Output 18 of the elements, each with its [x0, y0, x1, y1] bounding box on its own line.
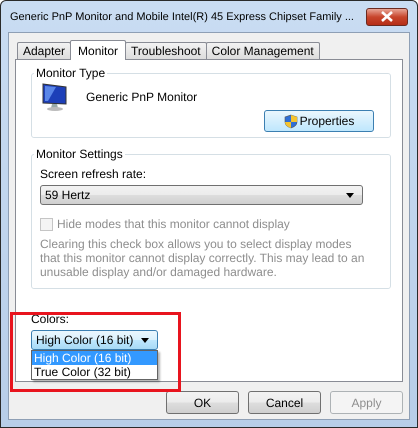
colors-dropdown[interactable]: High Color (16 bit)	[31, 330, 158, 350]
monitor-name: Generic PnP Monitor	[86, 90, 198, 104]
tab[interactable]: Color Management	[206, 42, 320, 59]
tab[interactable]: Monitor	[70, 40, 126, 60]
dropdown-option[interactable]: True Color (32 bit)	[32, 365, 157, 379]
properties-button[interactable]: Properties	[264, 110, 374, 132]
warning-text: Clearing this check box allows you to select display modes that this monitor cannot display correctly. This may lead to an unusable display and/or damaged hardware.	[40, 237, 366, 279]
group-heading: Monitor Type	[35, 66, 106, 80]
tab[interactable]: Troubleshoot	[125, 42, 207, 59]
refresh-rate-dropdown[interactable]: 59 Hertz	[40, 185, 363, 205]
dialog-button[interactable]: Cancel	[248, 391, 321, 414]
checkbox-label: Hide modes that this monitor cannot display	[57, 217, 290, 231]
group-heading: Monitor Settings	[35, 147, 124, 161]
field-label: Screen refresh rate:	[40, 167, 148, 181]
tab[interactable]: Adapter	[17, 42, 72, 59]
field-label: Colors:	[31, 312, 70, 326]
window-title: Generic PnP Monitor and Mobile Intel(R) 45 Express Chipset Family ...	[9, 10, 354, 22]
dialog-button[interactable]: OK	[166, 391, 239, 414]
